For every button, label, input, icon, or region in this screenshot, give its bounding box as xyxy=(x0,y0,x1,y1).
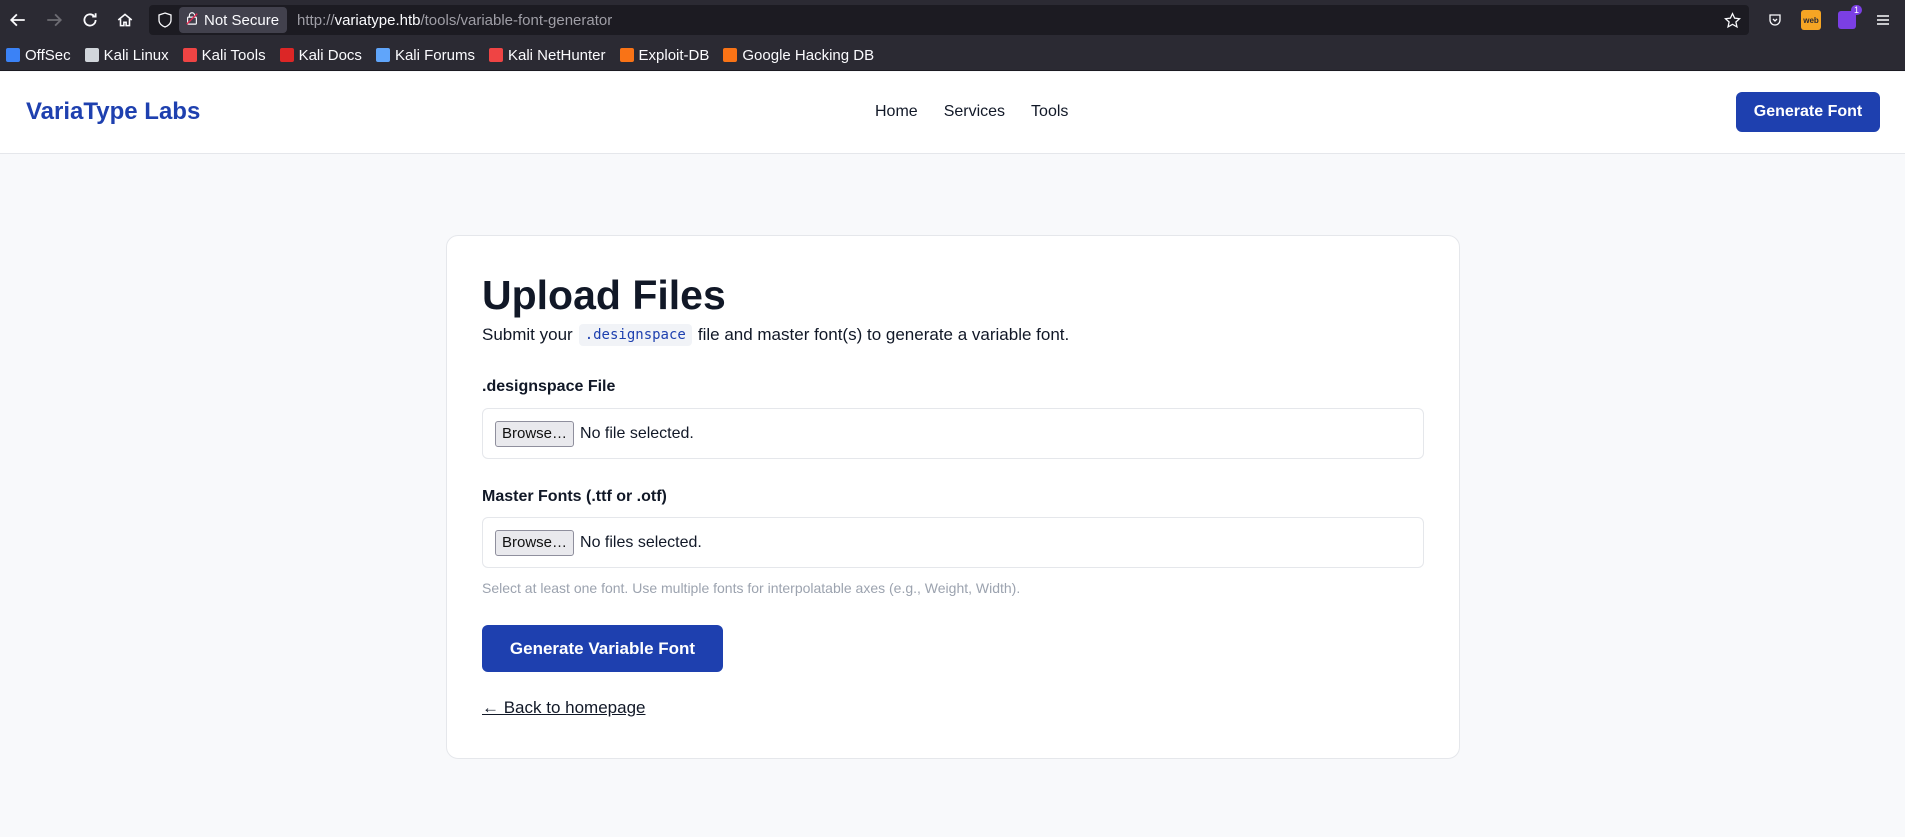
home-icon[interactable] xyxy=(107,4,143,36)
bookmark-item[interactable]: Kali Tools xyxy=(182,46,266,64)
ghdb-icon xyxy=(723,48,738,62)
not-secure-indicator[interactable]: Not Secure xyxy=(179,7,288,33)
nav-link-services[interactable]: Services xyxy=(944,103,1005,121)
master-fonts-input[interactable]: Browse… No files selected. xyxy=(482,517,1424,568)
brand-logo-text[interactable]: VariaType Labs xyxy=(26,98,200,126)
subtitle-before: Submit your xyxy=(482,325,573,344)
page-subtitle: Submit your .designspace file and master… xyxy=(482,324,1069,346)
master-fonts-status: No files selected. xyxy=(580,533,702,551)
url-text[interactable]: http://variatype.htb/tools/variable-font… xyxy=(297,12,612,29)
bookmarks-bar: OffSec Kali Linux Kali Tools Kali Docs Kali … xyxy=(0,40,1905,71)
pocket-icon[interactable] xyxy=(1759,4,1791,36)
bookmark-label: Exploit-DB xyxy=(638,46,710,64)
url-prefix: http:// xyxy=(297,11,335,29)
designspace-code-tag: .designspace xyxy=(578,324,692,346)
bookmark-item[interactable]: Exploit-DB xyxy=(619,46,710,64)
generate-font-button[interactable]: Generate Font xyxy=(1736,92,1880,132)
forward-arrow-icon[interactable] xyxy=(36,4,72,36)
toolbar-extensions: web 1 xyxy=(1759,0,1905,40)
broken-lock-icon xyxy=(185,11,199,29)
browser-toolbar: Not Secure http://variatype.htb/tools/va… xyxy=(0,0,1905,40)
designspace-browse-button[interactable]: Browse… xyxy=(495,420,575,447)
bookmark-item[interactable]: Google Hacking DB xyxy=(723,47,874,64)
bookmark-label: Kali NetHunter xyxy=(507,46,606,64)
kali-tools-icon xyxy=(182,48,197,62)
site-header: VariaType Labs Home Services Tools Gener… xyxy=(0,72,1905,154)
subtitle-after: file and master font(s) to generate a va… xyxy=(697,325,1070,344)
tracking-shield-icon[interactable] xyxy=(151,5,179,35)
offsec-icon xyxy=(6,48,20,62)
upload-card: Upload Files Submit your .designspace fi… xyxy=(446,235,1460,759)
kali-forums-icon xyxy=(375,48,390,62)
bookmark-label: Kali Docs xyxy=(298,46,362,64)
master-fonts-label: Master Fonts (.ttf or .otf) xyxy=(482,488,667,505)
main-nav: Home Services Tools xyxy=(875,103,1068,121)
designspace-file-input[interactable]: Browse… No file selected. xyxy=(482,408,1424,459)
url-host: variatype.htb xyxy=(334,11,421,29)
web-extension-icon[interactable]: web xyxy=(1795,4,1827,36)
kali-nethunter-icon xyxy=(488,48,503,62)
back-to-homepage-link[interactable]: ← Back to homepage xyxy=(482,698,645,718)
menu-hamburger-icon[interactable] xyxy=(1867,4,1899,36)
exploit-db-icon xyxy=(619,48,634,62)
purple-extension-icon[interactable]: 1 xyxy=(1831,4,1863,36)
reload-icon[interactable] xyxy=(72,4,108,36)
fonts-hint-text: Select at least one font. Use multiple f… xyxy=(482,580,1021,596)
generate-variable-font-button[interactable]: Generate Variable Font xyxy=(482,625,723,672)
url-bar[interactable]: Not Secure http://variatype.htb/tools/va… xyxy=(149,5,1749,35)
bookmark-label: OffSec xyxy=(25,46,71,64)
nav-link-tools[interactable]: Tools xyxy=(1031,103,1068,121)
bookmark-label: Kali Forums xyxy=(394,46,475,64)
bookmark-item[interactable]: Kali Docs xyxy=(279,46,362,64)
nav-link-home[interactable]: Home xyxy=(875,103,918,121)
bookmark-label: Kali Tools xyxy=(201,46,266,64)
master-fonts-browse-button[interactable]: Browse… xyxy=(495,529,575,556)
url-path: /tools/variable-font-generator xyxy=(420,11,613,29)
bookmark-label: Google Hacking DB xyxy=(742,46,875,64)
designspace-file-status: No file selected. xyxy=(580,424,694,442)
bookmark-item[interactable]: OffSec xyxy=(6,47,71,64)
extension-badge: 1 xyxy=(1850,5,1862,15)
bookmark-star-icon[interactable] xyxy=(1724,5,1741,35)
bookmark-item[interactable]: Kali Linux xyxy=(84,46,169,64)
back-arrow-icon[interactable] xyxy=(0,4,36,36)
not-secure-label: Not Secure xyxy=(204,11,280,29)
kali-dragon-icon xyxy=(84,48,99,62)
bookmark-item[interactable]: Kali NetHunter xyxy=(488,46,606,64)
page-title: Upload Files xyxy=(482,272,726,318)
web-extension-label: web xyxy=(1801,10,1821,30)
bookmark-label: Kali Linux xyxy=(103,46,169,64)
bookmark-item[interactable]: Kali Forums xyxy=(375,46,475,64)
designspace-file-label: .designspace File xyxy=(482,378,616,395)
kali-docs-icon xyxy=(279,48,294,62)
